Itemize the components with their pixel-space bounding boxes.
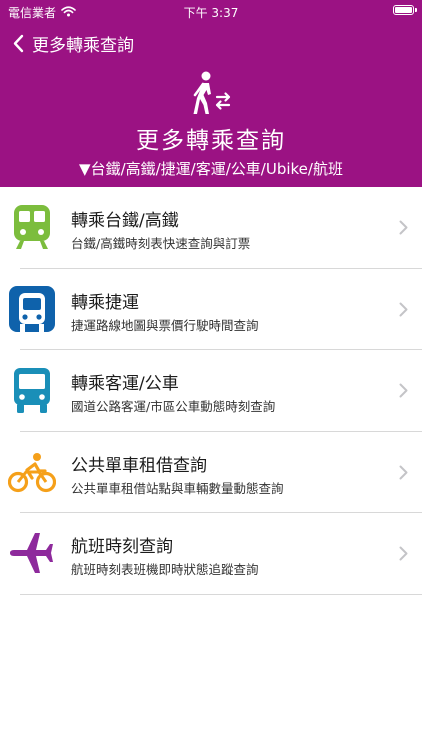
chevron-right-icon xyxy=(399,383,408,402)
item-title: 公共單車租借查詢 xyxy=(71,455,207,476)
nav-title[interactable]: 更多轉乘查詢 xyxy=(32,31,134,56)
bicycle-icon xyxy=(8,448,56,496)
item-title: 轉乘捷運 xyxy=(71,292,139,313)
chevron-right-icon xyxy=(399,302,408,321)
back-button[interactable]: 更多轉乘查詢 xyxy=(0,28,134,58)
item-description: 航班時刻表班機即時狀態追蹤查詢 xyxy=(71,562,259,577)
list-item-flight[interactable]: 航班時刻查詢 航班時刻表班機即時狀態追蹤查詢 xyxy=(0,513,422,595)
hero-title: 更多轉乘查詢 xyxy=(136,128,286,154)
item-description: 台鐵/高鐵時刻表快速查詢與訂票 xyxy=(71,236,251,251)
item-description: 捷運路線地圖與票價行駛時間查詢 xyxy=(71,317,259,333)
chevron-right-icon xyxy=(399,546,408,565)
metro-icon xyxy=(8,285,56,333)
list-item-rail[interactable]: 轉乘台鐵/高鐵 台鐵/高鐵時刻表快速查詢與訂票 xyxy=(0,187,422,269)
battery-cap xyxy=(415,8,417,12)
chevron-right-icon xyxy=(399,220,408,239)
status-bar: 電信業者 下午 3:37 xyxy=(0,0,422,22)
chevron-right-icon xyxy=(399,465,408,484)
hero-subtitle: ▼台鐵/高鐵/捷運/客運/公車/Ubike/航班 xyxy=(79,160,343,178)
chevron-left-icon[interactable] xyxy=(12,34,24,53)
train-icon xyxy=(8,203,56,251)
header: 電信業者 下午 3:37 更多轉乘查詢 更多轉乘查詢 ▼台鐵/高鐵/捷運/客運/… xyxy=(0,0,422,187)
item-title: 航班時刻查詢 xyxy=(71,537,173,557)
battery-full-icon xyxy=(393,5,414,15)
item-title: 轉乘台鐵/高鐵 xyxy=(71,211,179,231)
item-description: 國道公路客運/市區公車動態時刻查詢 xyxy=(71,399,276,414)
status-time: 下午 3:37 xyxy=(183,6,239,20)
divider xyxy=(20,593,422,595)
transfer-options-list: 轉乘台鐵/高鐵 台鐵/高鐵時刻表快速查詢與訂票 轉乘捷運 捷運路線地圖與票價行駛… xyxy=(0,187,422,595)
person-transfer-icon xyxy=(189,70,233,120)
list-item-bus[interactable]: 轉乘客運/公車 國道公路客運/市區公車動態時刻查詢 xyxy=(0,350,422,432)
list-item-metro[interactable]: 轉乘捷運 捷運路線地圖與票價行駛時間查詢 xyxy=(0,269,422,350)
bus-icon xyxy=(8,366,56,414)
list-item-bike[interactable]: 公共單車租借查詢 公共單車租借站點與車輛數量動態查詢 xyxy=(0,432,422,513)
airplane-icon xyxy=(8,529,56,577)
item-description: 公共單車租借站點與車輛數量動態查詢 xyxy=(71,480,284,496)
item-title: 轉乘客運/公車 xyxy=(71,374,179,394)
